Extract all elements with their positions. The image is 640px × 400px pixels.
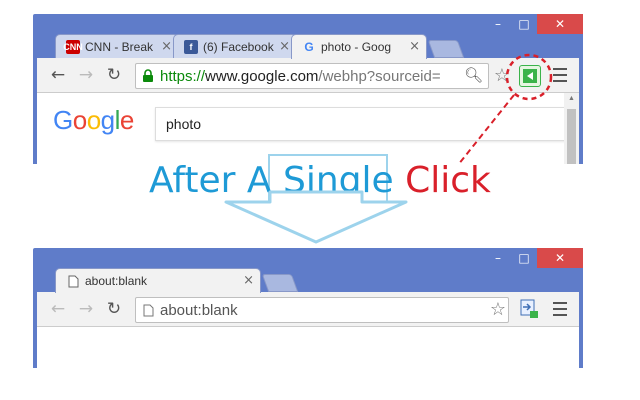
- tab-close-icon[interactable]: ×: [243, 273, 254, 288]
- google-favicon-icon: G: [304, 40, 314, 54]
- window-controls: – □ ✕: [485, 248, 583, 268]
- extension-callout-circle: [505, 53, 553, 101]
- reload-icon[interactable]: ↻: [103, 298, 125, 320]
- tab-close-icon[interactable]: ×: [409, 39, 420, 54]
- callout-dashed-line: [457, 94, 515, 166]
- tab-label: photo - Goog: [321, 40, 392, 54]
- url-text: about:blank: [160, 301, 238, 319]
- extension-icon-alt[interactable]: [519, 299, 539, 319]
- page-content: [37, 327, 579, 368]
- menu-icon[interactable]: [553, 301, 567, 317]
- close-window-button[interactable]: ✕: [537, 248, 583, 268]
- tab-label: about:blank: [85, 274, 148, 288]
- browser-toolbar: ← → ↻ about:blank ☆: [37, 292, 579, 327]
- tab-about-blank[interactable]: about:blank ×: [55, 268, 261, 293]
- address-bar[interactable]: about:blank: [135, 297, 509, 323]
- new-tab-button[interactable]: [261, 274, 299, 292]
- page-icon: [136, 304, 160, 317]
- tab-google-photo[interactable]: G photo - Goog ×: [291, 34, 427, 59]
- maximize-button[interactable]: □: [511, 248, 537, 268]
- bookmark-star-icon[interactable]: ☆: [487, 298, 509, 320]
- browser-window-after: – □ ✕ about:blank × ← → ↻ about:blank ☆: [33, 248, 583, 368]
- tab-strip: about:blank ×: [55, 268, 299, 293]
- minimize-button[interactable]: –: [485, 248, 511, 268]
- forward-arrow-icon[interactable]: →: [75, 298, 97, 320]
- page-favicon-icon: [66, 274, 80, 288]
- back-arrow-icon[interactable]: ←: [47, 298, 69, 320]
